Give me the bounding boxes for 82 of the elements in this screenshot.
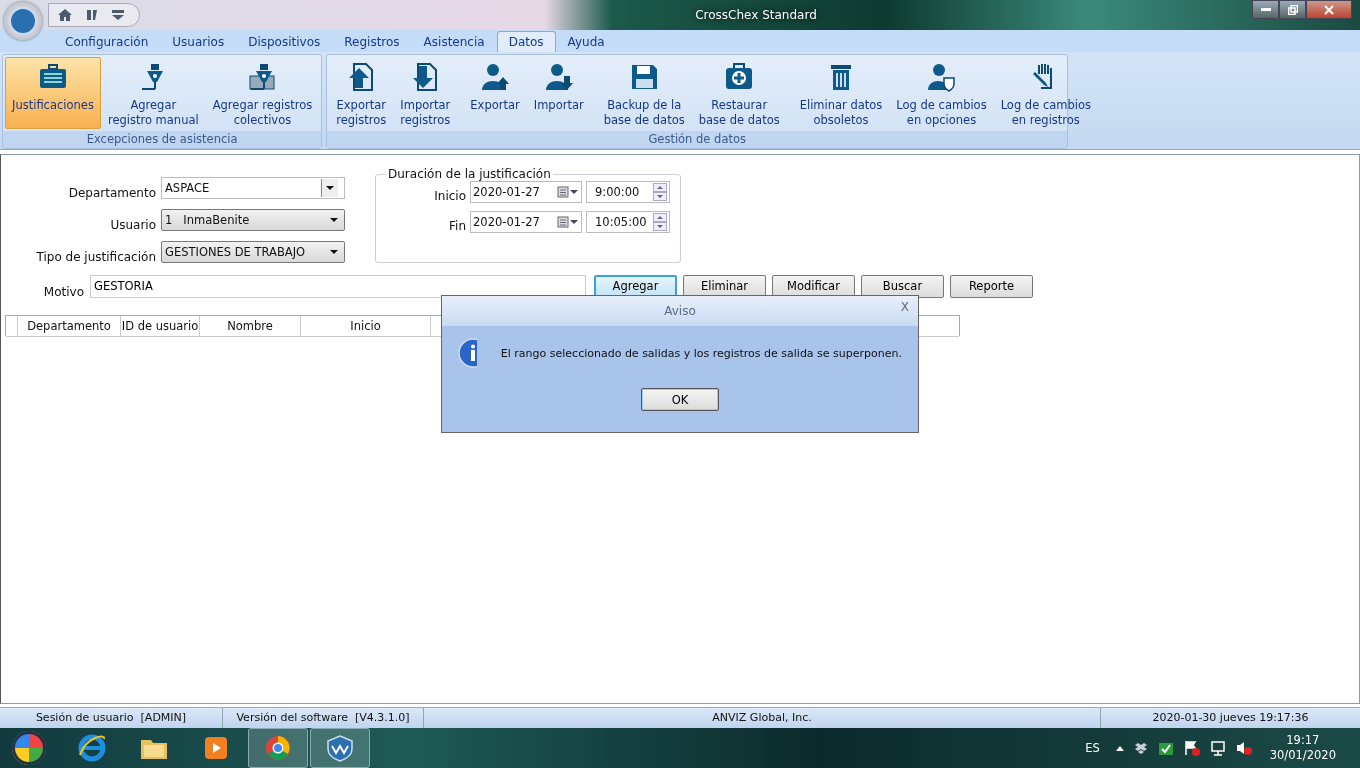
reason-input[interactable]: GESTORIA: [90, 274, 586, 298]
network-icon[interactable]: [1209, 740, 1226, 756]
menu-tab[interactable]: Ayuda: [555, 31, 617, 52]
minimize-icon: [1260, 7, 1271, 12]
app-logo-icon[interactable]: [4, 2, 42, 40]
field-label: Tipo de justificación: [35, 249, 156, 264]
ribbon-button[interactable]: Eliminar datos obsoletos: [792, 57, 890, 129]
time-spinner[interactable]: 9:00:00: [586, 181, 670, 203]
time-spinner[interactable]: 10:05:00: [586, 211, 670, 233]
type-dropdown[interactable]: GESTIONES DE TRABAJO: [161, 241, 345, 263]
dropbox-icon[interactable]: [1133, 742, 1148, 754]
close-icon: [1324, 4, 1334, 15]
restore-button[interactable]: [1279, 0, 1306, 19]
flag-error-icon[interactable]: [1183, 740, 1200, 756]
dropdown-arrow-icon: [330, 218, 338, 222]
clock[interactable]: 19:17 30/01/2020: [1269, 733, 1336, 763]
column-header[interactable]: ID de usuario: [121, 316, 200, 336]
ribbon-button[interactable]: Importar registros: [393, 57, 458, 129]
ribbon-button[interactable]: Log de cambios en registros: [993, 57, 1098, 129]
date-picker[interactable]: 2020-01-27: [470, 211, 582, 233]
dialog-title: Aviso: [664, 304, 696, 318]
action-button[interactable]: Reporte: [950, 274, 1033, 298]
language-indicator[interactable]: ES: [1085, 741, 1100, 755]
field-label: Inicio: [434, 188, 466, 203]
date-picker[interactable]: 2020-01-27: [470, 181, 582, 203]
action-button[interactable]: Agregar: [594, 274, 677, 298]
home-icon[interactable]: [57, 8, 73, 22]
spinner-arrows-icon: [653, 213, 667, 231]
shield-app-icon: [324, 733, 356, 763]
info-icon: [458, 338, 477, 368]
calendar-dropdown-icon: [557, 216, 579, 228]
person-up-icon: [480, 62, 511, 92]
ribbon-button[interactable]: Agregar registros colectivos: [205, 57, 320, 129]
field-label: Departamento: [67, 185, 156, 200]
close-button[interactable]: X: [897, 300, 912, 314]
column-header[interactable]: Nombre: [200, 316, 301, 336]
menu-tab[interactable]: Registros: [332, 31, 412, 52]
ok-button[interactable]: OK: [641, 388, 719, 411]
menu-tab[interactable]: Usuarios: [160, 31, 237, 52]
ribbon-button[interactable]: Log de cambios en opciones: [889, 57, 994, 129]
sync-check-icon[interactable]: [1157, 740, 1174, 756]
person-down-icon: [543, 62, 574, 92]
ribbon-button[interactable]: Agregar registro manual: [100, 57, 206, 129]
dropdown-icon[interactable]: [111, 9, 125, 21]
action-button[interactable]: Buscar: [861, 274, 944, 298]
menu-tab[interactable]: Dispositivos: [236, 31, 333, 52]
ribbon-button[interactable]: Exportar registros: [329, 57, 394, 129]
field-label: Motivo: [42, 284, 84, 299]
medical-kit-icon: [724, 62, 755, 92]
group-label: Gestión de datos: [327, 131, 1068, 148]
ribbon-button[interactable]: Exportar: [463, 57, 527, 129]
window-title: CrossChex Standard: [694, 8, 818, 22]
person-shield-icon: [926, 62, 957, 92]
calendar-dropdown-icon: [557, 186, 579, 198]
column-header[interactable]: Departamento: [18, 316, 121, 336]
user-dropdown[interactable]: 1 InmaBenite: [161, 209, 345, 231]
department-dropdown[interactable]: ASPACE: [161, 177, 345, 199]
menu-tab[interactable]: Asistencia: [411, 31, 497, 52]
ribbon-button[interactable]: Restaurar base de datos: [691, 57, 787, 129]
field-label: Fin: [449, 218, 466, 233]
dropdown-arrow-icon: [330, 250, 338, 254]
close-button[interactable]: [1306, 0, 1352, 19]
group-label: Excepciones de asistencia: [3, 131, 322, 148]
column-header[interactable]: Inicio: [301, 316, 431, 336]
spinner-arrows-icon: [653, 183, 667, 201]
ribbon-button[interactable]: Importar: [526, 57, 591, 129]
show-hidden-icon[interactable]: [1115, 745, 1124, 751]
status-text: 2020-01-30 jueves 19:17:36: [1151, 710, 1310, 726]
field-label: Usuario: [109, 217, 156, 232]
speaker-muted-icon[interactable]: [1235, 740, 1252, 756]
action-button[interactable]: Eliminar: [683, 274, 766, 298]
dialog-message: El rango seleccionado de salidas y los registros de salida se superponen.: [500, 346, 902, 360]
group-title: Duración de la justificación: [387, 167, 552, 181]
menu-tab[interactable]: Configuración: [53, 31, 161, 52]
taskbar-app[interactable]: [310, 728, 370, 768]
ribbon-button[interactable]: Backup de la base de datos: [596, 57, 692, 129]
minimize-button[interactable]: [1252, 0, 1279, 19]
restore-icon: [1287, 4, 1298, 15]
ribbon-button[interactable]: Justificaciones: [5, 57, 101, 129]
browser-icon: [76, 733, 108, 763]
menu-tab[interactable]: Datos: [496, 31, 556, 52]
action-button[interactable]: Modificar: [772, 274, 855, 298]
